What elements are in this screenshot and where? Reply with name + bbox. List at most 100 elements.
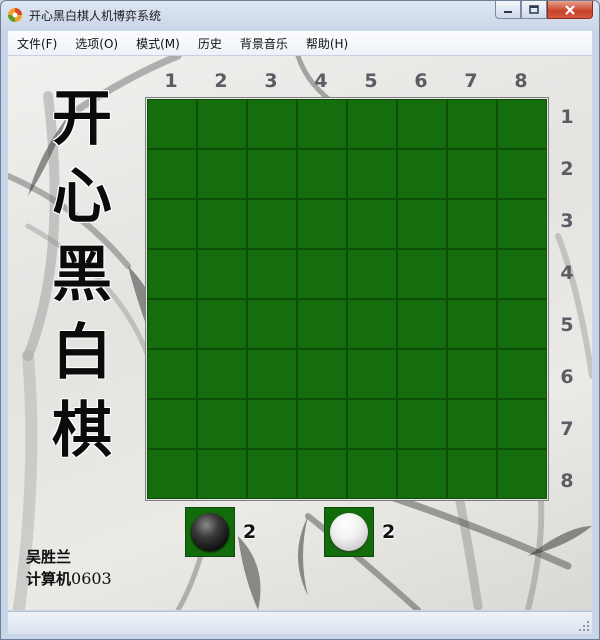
resize-grip-icon[interactable] xyxy=(578,620,590,632)
board-cell[interactable] xyxy=(197,199,247,249)
board-cell[interactable] xyxy=(297,249,347,299)
board-cell[interactable] xyxy=(247,99,297,149)
class-number: 0603 xyxy=(71,569,112,588)
board-cell[interactable] xyxy=(497,299,547,349)
board-cell[interactable] xyxy=(497,349,547,399)
column-label: 3 xyxy=(264,70,278,92)
title-char: 白 xyxy=(52,318,112,388)
board-cell[interactable] xyxy=(297,99,347,149)
board-cell[interactable] xyxy=(197,249,247,299)
board-cell[interactable] xyxy=(347,299,397,349)
board-cell[interactable] xyxy=(347,349,397,399)
board-cell[interactable] xyxy=(197,399,247,449)
board-cell[interactable] xyxy=(147,99,197,149)
board-cell[interactable] xyxy=(447,349,497,399)
minimize-button[interactable] xyxy=(495,1,521,19)
menu-help[interactable]: 帮助(H) xyxy=(297,35,357,52)
board-cell[interactable] xyxy=(247,149,297,199)
column-label: 1 xyxy=(164,70,178,92)
board-cell[interactable] xyxy=(447,399,497,449)
board-cell[interactable] xyxy=(297,199,347,249)
board-cell[interactable] xyxy=(297,149,347,199)
board-cell[interactable] xyxy=(247,249,297,299)
board-cell[interactable] xyxy=(147,149,197,199)
black-count: 2 xyxy=(243,521,257,543)
author-class: 计算机0603 xyxy=(26,568,112,590)
column-labels: 1 2 3 4 5 6 7 8 xyxy=(146,70,546,96)
board-cell[interactable] xyxy=(347,149,397,199)
black-score: 2 xyxy=(185,507,256,557)
board-cell[interactable] xyxy=(397,449,447,499)
board-cell[interactable] xyxy=(147,449,197,499)
board-cell[interactable] xyxy=(147,249,197,299)
column-label: 7 xyxy=(464,70,478,92)
board-cell[interactable] xyxy=(347,199,397,249)
board-cell[interactable] xyxy=(497,249,547,299)
board-cell[interactable] xyxy=(497,199,547,249)
board-cell[interactable] xyxy=(497,99,547,149)
board-cell[interactable] xyxy=(447,299,497,349)
row-label: 5 xyxy=(560,314,574,336)
board-cell[interactable] xyxy=(297,399,347,449)
menu-file[interactable]: 文件(F) xyxy=(8,35,66,52)
maximize-button[interactable] xyxy=(521,1,547,19)
app-window: 开心黑白棋人机博弈系统 文件(F) 选项(O) 模式(M) 历史 背景音乐 帮助… xyxy=(0,0,600,640)
board-cell[interactable] xyxy=(247,199,297,249)
column-label: 4 xyxy=(314,70,328,92)
board-cell[interactable] xyxy=(397,199,447,249)
row-label: 7 xyxy=(560,418,574,440)
board-cell[interactable] xyxy=(497,399,547,449)
status-bar xyxy=(8,611,592,634)
orange-swirl-icon[interactable] xyxy=(7,7,23,23)
board-cell[interactable] xyxy=(447,449,497,499)
column-label: 2 xyxy=(214,70,228,92)
menu-mode[interactable]: 模式(M) xyxy=(127,35,189,52)
board-cell[interactable] xyxy=(247,299,297,349)
title-char: 棋 xyxy=(52,396,112,466)
board-cell[interactable] xyxy=(197,99,247,149)
menu-options[interactable]: 选项(O) xyxy=(66,35,127,52)
title-bar[interactable]: 开心黑白棋人机博弈系统 xyxy=(1,1,599,29)
board-cell[interactable] xyxy=(197,149,247,199)
row-labels: 1 2 3 4 5 6 7 8 xyxy=(549,98,585,500)
column-label: 8 xyxy=(514,70,528,92)
board-cell[interactable] xyxy=(147,299,197,349)
board-cell[interactable] xyxy=(447,249,497,299)
board-cell[interactable] xyxy=(197,449,247,499)
board-cell[interactable] xyxy=(147,349,197,399)
maximize-icon xyxy=(529,5,539,14)
board-cell[interactable] xyxy=(497,449,547,499)
board-cell[interactable] xyxy=(497,149,547,199)
board-cell[interactable] xyxy=(347,99,397,149)
board-cell[interactable] xyxy=(447,99,497,149)
board-cell[interactable] xyxy=(347,399,397,449)
board-cell[interactable] xyxy=(347,449,397,499)
board-cell[interactable] xyxy=(147,399,197,449)
board-cell[interactable] xyxy=(247,449,297,499)
menu-background-music[interactable]: 背景音乐 xyxy=(231,35,297,52)
row-label: 4 xyxy=(560,262,574,284)
menu-history[interactable]: 历史 xyxy=(189,35,231,52)
board-cell[interactable] xyxy=(397,99,447,149)
board-cell[interactable] xyxy=(397,249,447,299)
board-cell[interactable] xyxy=(397,299,447,349)
board-cell[interactable] xyxy=(147,199,197,249)
board-cell[interactable] xyxy=(197,299,247,349)
white-piece-icon xyxy=(330,513,368,551)
board-cell[interactable] xyxy=(397,349,447,399)
board-cell[interactable] xyxy=(247,349,297,399)
vertical-game-title: 开 心 黑 白 棋 xyxy=(42,80,122,470)
board-cell[interactable] xyxy=(397,399,447,449)
board-cell[interactable] xyxy=(447,199,497,249)
column-label: 5 xyxy=(364,70,378,92)
board-cell[interactable] xyxy=(297,449,347,499)
board-cell[interactable] xyxy=(297,299,347,349)
close-button[interactable] xyxy=(547,1,593,19)
board-cell[interactable] xyxy=(347,249,397,299)
board-cell[interactable] xyxy=(397,149,447,199)
board-cell[interactable] xyxy=(447,149,497,199)
board-cell[interactable] xyxy=(297,349,347,399)
board-cell[interactable] xyxy=(247,399,297,449)
close-icon xyxy=(565,4,575,15)
board-cell[interactable] xyxy=(197,349,247,399)
